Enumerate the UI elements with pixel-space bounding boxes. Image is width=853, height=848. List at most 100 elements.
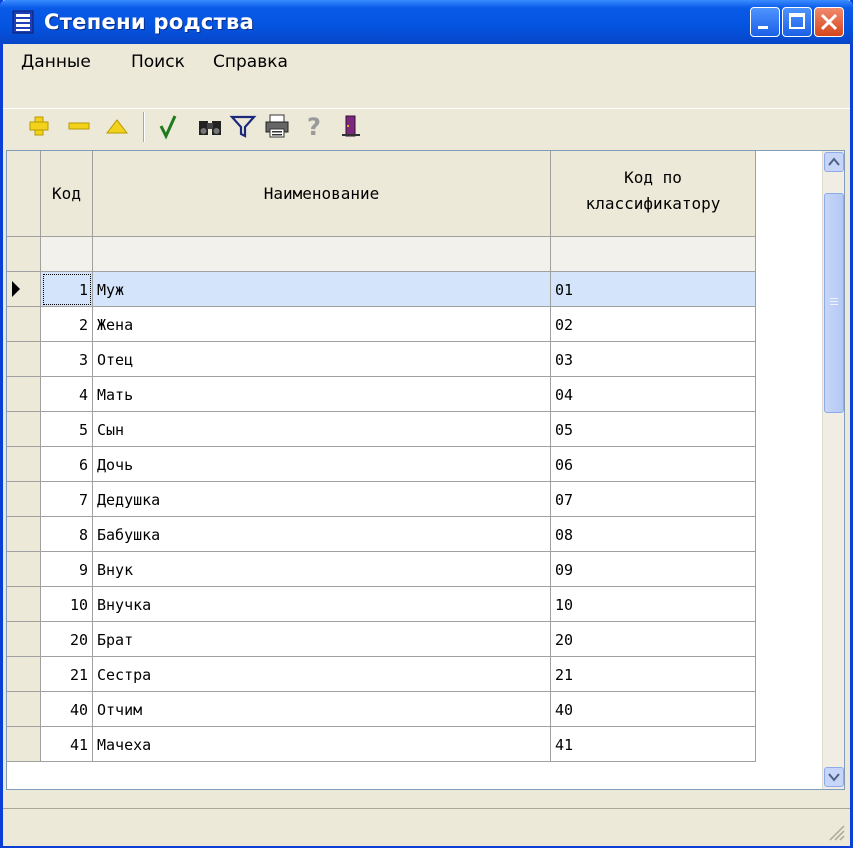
status-bar — [3, 808, 850, 846]
cell-code[interactable]: 40 — [41, 692, 93, 727]
chevron-up-icon — [828, 157, 840, 166]
confirm-check-icon[interactable] — [155, 112, 183, 140]
menu-search[interactable]: Поиск — [131, 52, 185, 72]
header-classifier-line1: Код по — [624, 168, 682, 187]
cell-name[interactable]: Мать — [93, 377, 551, 412]
exit-door-icon[interactable] — [336, 112, 364, 140]
maximize-button[interactable] — [782, 7, 812, 37]
cell-classifier-code[interactable]: 07 — [551, 482, 756, 517]
row-indicator[interactable] — [7, 692, 41, 727]
cell-name[interactable]: Отец — [93, 342, 551, 377]
cell-code[interactable]: 8 — [41, 517, 93, 552]
row-indicator[interactable] — [7, 307, 41, 342]
maximize-icon — [789, 13, 805, 29]
cell-classifier-code[interactable]: 21 — [551, 657, 756, 692]
cell-classifier-code[interactable]: 03 — [551, 342, 756, 377]
row-indicator[interactable] — [7, 517, 41, 552]
cell-code[interactable]: 41 — [41, 727, 93, 762]
row-indicator[interactable] — [7, 622, 41, 657]
cell-code[interactable]: 5 — [41, 412, 93, 447]
cell-classifier-code[interactable]: 10 — [551, 587, 756, 622]
find-binoculars-icon[interactable] — [196, 112, 224, 140]
menu-help[interactable]: Справка — [213, 52, 288, 72]
remove-minus-icon[interactable] — [65, 112, 93, 140]
row-indicator[interactable] — [7, 342, 41, 377]
cell-classifier-code[interactable]: 05 — [551, 412, 756, 447]
cell-code[interactable]: 10 — [41, 587, 93, 622]
cell-classifier-code[interactable]: 01 — [551, 272, 756, 307]
cell-classifier-code[interactable]: 02 — [551, 307, 756, 342]
cell-code[interactable]: 4 — [41, 377, 93, 412]
cell-name[interactable]: Дочь — [93, 447, 551, 482]
minimize-button[interactable] — [750, 7, 780, 37]
add-plus-icon[interactable] — [25, 112, 53, 140]
row-indicator[interactable] — [7, 727, 41, 762]
cell-code[interactable]: 21 — [41, 657, 93, 692]
scroll-thumb[interactable] — [824, 193, 844, 413]
cell-code[interactable]: 20 — [41, 622, 93, 657]
cell-name[interactable]: Брат — [93, 622, 551, 657]
header-classifier-code[interactable]: Код по классификатору — [551, 151, 756, 237]
cell-classifier-code[interactable]: 40 — [551, 692, 756, 727]
grip-icon — [830, 298, 838, 305]
cell-classifier-code[interactable]: 20 — [551, 622, 756, 657]
current-row-arrow-icon — [12, 281, 20, 297]
cell-code[interactable]: 3 — [41, 342, 93, 377]
app-icon — [12, 10, 34, 34]
cell-code[interactable]: 1 — [41, 272, 93, 307]
row-indicator[interactable] — [7, 412, 41, 447]
resize-grip-icon[interactable] — [824, 820, 846, 842]
minimize-icon — [758, 26, 768, 29]
cell-classifier-code[interactable]: 09 — [551, 552, 756, 587]
help-question-icon[interactable]: ? — [300, 112, 328, 140]
cell-code[interactable]: 6 — [41, 447, 93, 482]
row-indicator[interactable] — [7, 482, 41, 517]
close-icon — [820, 13, 838, 31]
header-code[interactable]: Код — [41, 151, 93, 237]
cell-classifier-code[interactable]: 41 — [551, 727, 756, 762]
filter-funnel-icon[interactable] — [229, 112, 257, 140]
row-indicator[interactable] — [7, 377, 41, 412]
row-indicator[interactable] — [7, 272, 41, 307]
toolbar-divider — [3, 108, 850, 109]
cell-name[interactable]: Дедушка — [93, 482, 551, 517]
cell-name[interactable]: Сын — [93, 412, 551, 447]
cell-code[interactable]: 2 — [41, 307, 93, 342]
toolbar-separator — [143, 112, 145, 142]
cell-name[interactable]: Отчим — [93, 692, 551, 727]
edit-triangle-icon[interactable] — [103, 112, 131, 140]
row-indicator[interactable] — [7, 587, 41, 622]
cell-classifier-code[interactable]: 04 — [551, 377, 756, 412]
cell-name[interactable]: Мачеха — [93, 727, 551, 762]
cell-name[interactable]: Жена — [93, 307, 551, 342]
header-name[interactable]: Наименование — [93, 151, 551, 237]
close-button[interactable] — [814, 7, 844, 37]
row-indicator[interactable] — [7, 552, 41, 587]
row-indicator[interactable] — [7, 447, 41, 482]
chevron-down-icon — [828, 773, 840, 782]
cell-name[interactable]: Внук — [93, 552, 551, 587]
filter-classifier-input[interactable] — [551, 237, 756, 272]
header-classifier-line2: классификатору — [585, 194, 721, 213]
vertical-scrollbar[interactable] — [822, 151, 844, 789]
scroll-down-button[interactable] — [824, 767, 844, 787]
relationship-grid: Код Наименование Код по классификатору 1… — [6, 150, 845, 790]
cell-name[interactable]: Бабушка — [93, 517, 551, 552]
filter-code-input[interactable] — [41, 237, 93, 272]
app-window: Степени родства Данные Поиск Справка ? К… — [0, 0, 853, 848]
cell-classifier-code[interactable]: 06 — [551, 447, 756, 482]
svg-text:?: ? — [307, 113, 321, 140]
cell-name[interactable]: Сестра — [93, 657, 551, 692]
print-printer-icon[interactable] — [263, 112, 291, 140]
title-bar[interactable]: Степени родства — [0, 0, 853, 44]
cell-code[interactable]: 9 — [41, 552, 93, 587]
cell-name[interactable]: Муж — [93, 272, 551, 307]
filter-indicator — [7, 237, 41, 272]
cell-code[interactable]: 7 — [41, 482, 93, 517]
cell-classifier-code[interactable]: 08 — [551, 517, 756, 552]
filter-name-input[interactable] — [93, 237, 551, 272]
menu-data[interactable]: Данные — [21, 52, 91, 72]
scroll-up-button[interactable] — [824, 152, 844, 172]
row-indicator[interactable] — [7, 657, 41, 692]
cell-name[interactable]: Внучка — [93, 587, 551, 622]
